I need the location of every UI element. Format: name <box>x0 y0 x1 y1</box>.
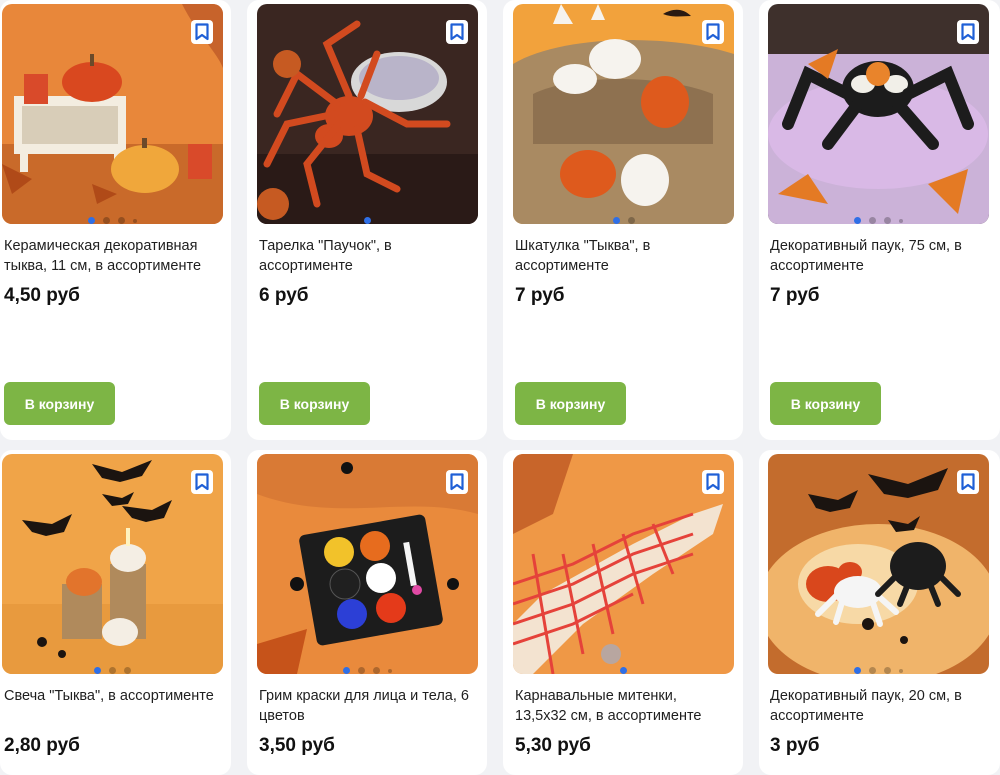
product-price: 6 руб <box>259 285 309 306</box>
image-pagination <box>768 667 989 674</box>
product-price: 7 руб <box>770 285 820 306</box>
product-price: 3 руб <box>770 735 820 756</box>
product-price: 3,50 руб <box>259 735 335 756</box>
product-title[interactable]: Декоративный паук, 75 см, в ассортименте <box>770 236 985 276</box>
product-image[interactable] <box>2 4 223 224</box>
product-card[interactable]: Декоративный паук, 20 см, в ассортименте… <box>759 450 1000 775</box>
bookmark-icon <box>195 23 209 41</box>
product-card[interactable]: Керамическая декоративная тыква, 11 см, … <box>0 0 231 440</box>
product-price: 4,50 руб <box>4 285 80 306</box>
pagination-dot[interactable] <box>109 667 116 674</box>
product-image[interactable] <box>2 454 223 674</box>
bookmark-icon <box>706 473 720 491</box>
bookmark-icon <box>706 23 720 41</box>
bookmark-icon <box>450 473 464 491</box>
pagination-dot[interactable] <box>388 668 392 673</box>
image-pagination <box>257 667 478 674</box>
bookmark-button[interactable] <box>446 470 468 494</box>
pagination-dot[interactable] <box>373 667 380 674</box>
image-pagination <box>2 217 223 224</box>
product-title[interactable]: Тарелка "Паучок", в ассортименте <box>259 236 474 276</box>
pagination-dot[interactable] <box>94 667 101 674</box>
product-title[interactable]: Шкатулка "Тыква", в ассортименте <box>515 236 730 276</box>
image-pagination <box>513 667 734 674</box>
product-card[interactable]: Грим краски для лица и тела, 6 цветов 3,… <box>247 450 487 775</box>
add-to-cart-button[interactable]: В корзину <box>4 382 115 425</box>
image-pagination <box>2 667 223 674</box>
pagination-dot[interactable] <box>133 218 137 223</box>
bookmark-button[interactable] <box>702 470 724 494</box>
pagination-dot[interactable] <box>124 667 131 674</box>
bookmark-icon <box>195 473 209 491</box>
image-pagination <box>768 217 989 224</box>
image-pagination <box>513 217 734 224</box>
pagination-dot[interactable] <box>620 667 627 674</box>
product-title[interactable]: Свеча "Тыква", в ассортименте <box>4 686 219 706</box>
product-card[interactable]: Шкатулка "Тыква", в ассортименте 7 руб В… <box>503 0 743 440</box>
product-title[interactable]: Карнавальные митенки, 13,5х32 см, в ассо… <box>515 686 730 726</box>
pagination-dot[interactable] <box>627 217 635 224</box>
bookmark-button[interactable] <box>702 20 724 44</box>
bookmark-icon <box>961 473 975 491</box>
product-image[interactable] <box>513 454 734 674</box>
image-pagination <box>257 217 478 224</box>
pagination-dot[interactable] <box>118 217 125 224</box>
product-title[interactable]: Грим краски для лица и тела, 6 цветов <box>259 686 474 726</box>
add-to-cart-button[interactable]: В корзину <box>515 382 626 425</box>
product-image[interactable] <box>513 4 734 224</box>
product-card[interactable]: Декоративный паук, 75 см, в ассортименте… <box>759 0 1000 440</box>
pagination-dot[interactable] <box>612 217 620 224</box>
product-title[interactable]: Декоративный паук, 20 см, в ассортименте <box>770 686 985 726</box>
product-price: 7 руб <box>515 285 565 306</box>
bookmark-icon <box>961 23 975 41</box>
pagination-dot[interactable] <box>103 217 110 224</box>
pagination-dot[interactable] <box>884 217 891 224</box>
pagination-dot[interactable] <box>854 667 861 674</box>
product-price: 2,80 руб <box>4 735 80 756</box>
add-to-cart-button[interactable]: В корзину <box>770 382 881 425</box>
product-image[interactable] <box>768 454 989 674</box>
pagination-dot[interactable] <box>869 667 876 674</box>
pagination-dot[interactable] <box>869 217 876 224</box>
product-card[interactable]: Карнавальные митенки, 13,5х32 см, в ассо… <box>503 450 743 775</box>
pagination-dot[interactable] <box>364 217 371 224</box>
bookmark-icon <box>450 23 464 41</box>
product-image[interactable] <box>768 4 989 224</box>
product-price: 5,30 руб <box>515 735 591 756</box>
pagination-dot[interactable] <box>343 667 350 674</box>
pagination-dot[interactable] <box>899 668 903 673</box>
product-image[interactable] <box>257 4 478 224</box>
add-to-cart-button[interactable]: В корзину <box>259 382 370 425</box>
product-title[interactable]: Керамическая декоративная тыква, 11 см, … <box>4 236 219 276</box>
bookmark-button[interactable] <box>191 470 213 494</box>
pagination-dot[interactable] <box>88 217 95 224</box>
bookmark-button[interactable] <box>957 470 979 494</box>
product-card[interactable]: Тарелка "Паучок", в ассортименте 6 руб В… <box>247 0 487 440</box>
bookmark-button[interactable] <box>446 20 468 44</box>
product-image[interactable] <box>257 454 478 674</box>
pagination-dot[interactable] <box>884 667 891 674</box>
product-card[interactable]: Свеча "Тыква", в ассортименте 2,80 руб <box>0 450 231 775</box>
bookmark-button[interactable] <box>191 20 213 44</box>
bookmark-button[interactable] <box>957 20 979 44</box>
pagination-dot[interactable] <box>358 667 365 674</box>
pagination-dot[interactable] <box>899 218 903 223</box>
pagination-dot[interactable] <box>854 217 861 224</box>
